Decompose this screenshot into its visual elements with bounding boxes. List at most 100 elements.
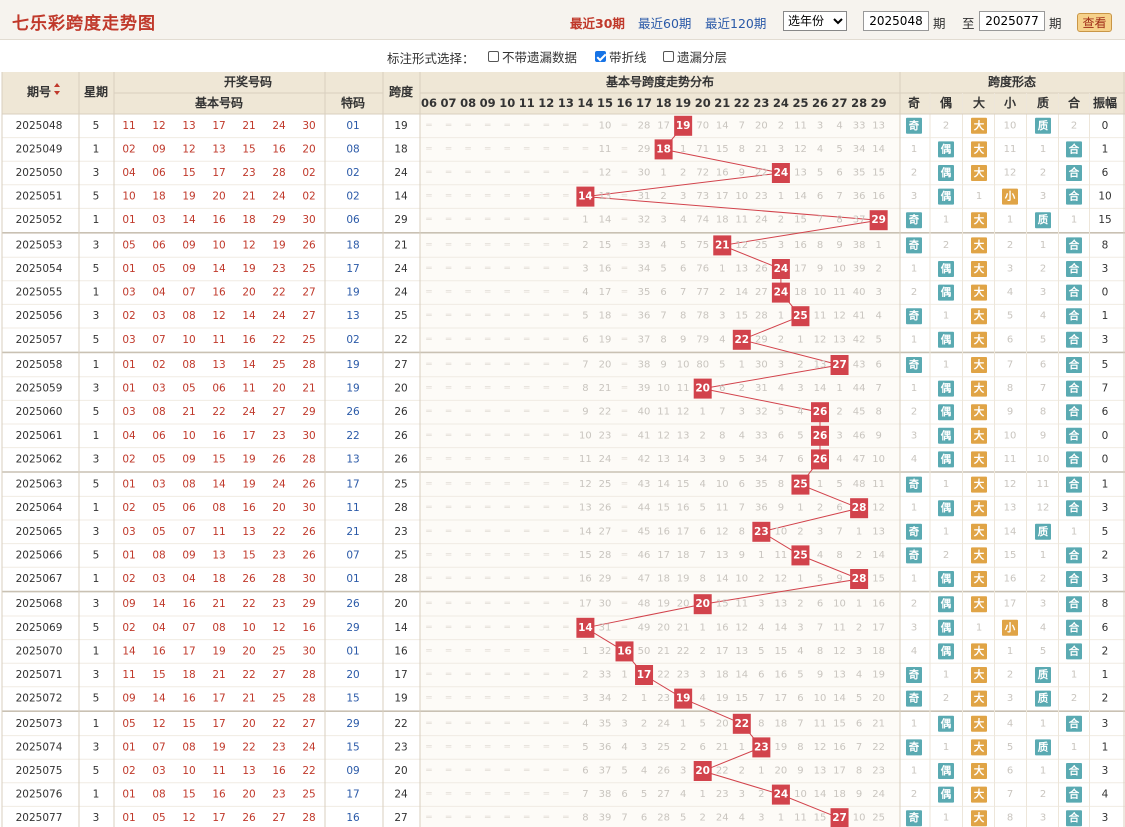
miss-placeholder: ═: [543, 215, 550, 225]
option-layer[interactable]: 遗漏分层: [663, 47, 727, 66]
special-number: 01: [346, 120, 359, 132]
draw-number: 03: [122, 526, 135, 538]
year-select[interactable]: 选年份: [783, 11, 847, 31]
draw-number: 11: [212, 334, 225, 346]
draw-number: 08: [182, 479, 195, 491]
issue-to-input[interactable]: [979, 11, 1045, 31]
miss-value: 21: [716, 742, 729, 753]
issue-cell: 2025055: [16, 287, 63, 299]
shape-miss: 9: [1040, 430, 1046, 441]
miss-value: 1: [758, 550, 764, 561]
miss-value: 16: [872, 191, 885, 202]
miss-value: 10: [599, 120, 612, 131]
draw-number: 01: [122, 789, 135, 801]
span-hit-label: 23: [754, 741, 769, 753]
miss-value: 5: [680, 813, 686, 824]
miss-placeholder: ═: [445, 311, 452, 321]
shape-miss: 2: [943, 693, 949, 704]
draw-number: 09: [182, 549, 195, 561]
span-value: 19: [394, 120, 407, 132]
miss-value: 6: [836, 168, 842, 179]
miss-value: 10: [579, 430, 592, 441]
miss-placeholder: ═: [484, 288, 491, 298]
draw-number: 13: [212, 549, 225, 561]
miss-placeholder: ═: [425, 480, 432, 490]
miss-placeholder: ═: [503, 503, 510, 513]
miss-placeholder: ═: [543, 311, 550, 321]
range-link-60[interactable]: 最近60期: [638, 13, 691, 32]
miss-placeholder: ═: [543, 719, 550, 729]
miss-placeholder: ═: [562, 288, 569, 298]
miss-placeholder: ═: [464, 144, 471, 154]
miss-placeholder: ═: [523, 574, 530, 584]
shape-miss: 4: [911, 646, 917, 657]
miss-placeholder: ═: [425, 335, 432, 345]
miss-placeholder: ═: [562, 503, 569, 513]
range-link-120[interactable]: 最近120期: [705, 13, 766, 32]
miss-value: 15: [872, 168, 885, 179]
week-cell: 1: [93, 718, 100, 730]
miss-placeholder: ═: [464, 527, 471, 537]
miss-placeholder: ═: [464, 240, 471, 250]
miss-value: 12: [794, 144, 807, 155]
miss-placeholder: ═: [445, 790, 452, 800]
query-button[interactable]: 查看: [1077, 13, 1112, 32]
draw-number: 22: [242, 598, 255, 610]
shape-mark-label: 合: [1068, 478, 1080, 491]
miss-value: 44: [853, 383, 866, 394]
miss-value: 5: [582, 311, 588, 322]
week-cell: 1: [93, 214, 100, 226]
miss-placeholder: ═: [464, 454, 471, 464]
shape-mark-label: 大: [974, 286, 985, 299]
miss-placeholder: ═: [523, 766, 530, 776]
miss-value: 1: [778, 311, 784, 322]
miss-placeholder: ═: [503, 454, 510, 464]
shape-miss: 1: [911, 383, 917, 394]
draw-number: 04: [122, 167, 136, 179]
checkbox-no-missing[interactable]: [488, 51, 499, 62]
shape-miss: 12: [1037, 503, 1050, 514]
checkbox-layer[interactable]: [663, 51, 674, 62]
page-title: 七乐彩跨度走势图: [12, 14, 156, 34]
option-no-missing[interactable]: 不带遗漏数据: [488, 47, 577, 66]
draw-number: 05: [152, 453, 165, 465]
miss-placeholder: ═: [543, 503, 550, 513]
draw-number: 10: [242, 622, 255, 634]
miss-placeholder: ═: [543, 454, 550, 464]
miss-value: 19: [872, 670, 885, 681]
span-hit-label: 22: [734, 718, 749, 730]
miss-value: 17: [716, 646, 729, 657]
shape-miss: 5: [1007, 311, 1013, 322]
issue-from-input[interactable]: [863, 11, 929, 31]
shape-miss: 8: [1007, 383, 1013, 394]
span-header-19: 19: [675, 96, 691, 110]
draw-number: 17: [212, 120, 225, 132]
option-line[interactable]: 带折线: [595, 47, 647, 66]
miss-value: 1: [621, 670, 627, 681]
miss-placeholder: ═: [503, 360, 510, 370]
span-hit-label: 25: [793, 549, 808, 561]
miss-placeholder: ═: [484, 742, 491, 752]
miss-placeholder: ═: [425, 121, 432, 131]
span-value: 23: [394, 741, 407, 753]
draw-number: 22: [272, 334, 285, 346]
shape-mark-label: 大: [974, 119, 985, 132]
checkbox-line[interactable]: [595, 51, 606, 62]
draw-number: 28: [302, 453, 315, 465]
miss-value: 21: [599, 383, 612, 394]
span-header-13: 13: [558, 96, 574, 110]
miss-placeholder: ═: [503, 742, 510, 752]
miss-placeholder: ═: [523, 288, 530, 298]
shape-mark-label: 合: [1068, 597, 1080, 610]
draw-number: 06: [212, 383, 226, 395]
miss-value: 2: [778, 215, 784, 226]
miss-placeholder: ═: [484, 264, 491, 274]
range-link-30[interactable]: 最近30期: [570, 13, 625, 32]
shape-miss: 13: [1004, 503, 1017, 514]
miss-value: 42: [853, 334, 866, 345]
miss-placeholder: ═: [621, 503, 628, 513]
draw-number: 10: [182, 334, 195, 346]
miss-value: 1: [700, 789, 706, 800]
miss-placeholder: ═: [464, 288, 471, 298]
miss-value: 2: [582, 240, 588, 251]
